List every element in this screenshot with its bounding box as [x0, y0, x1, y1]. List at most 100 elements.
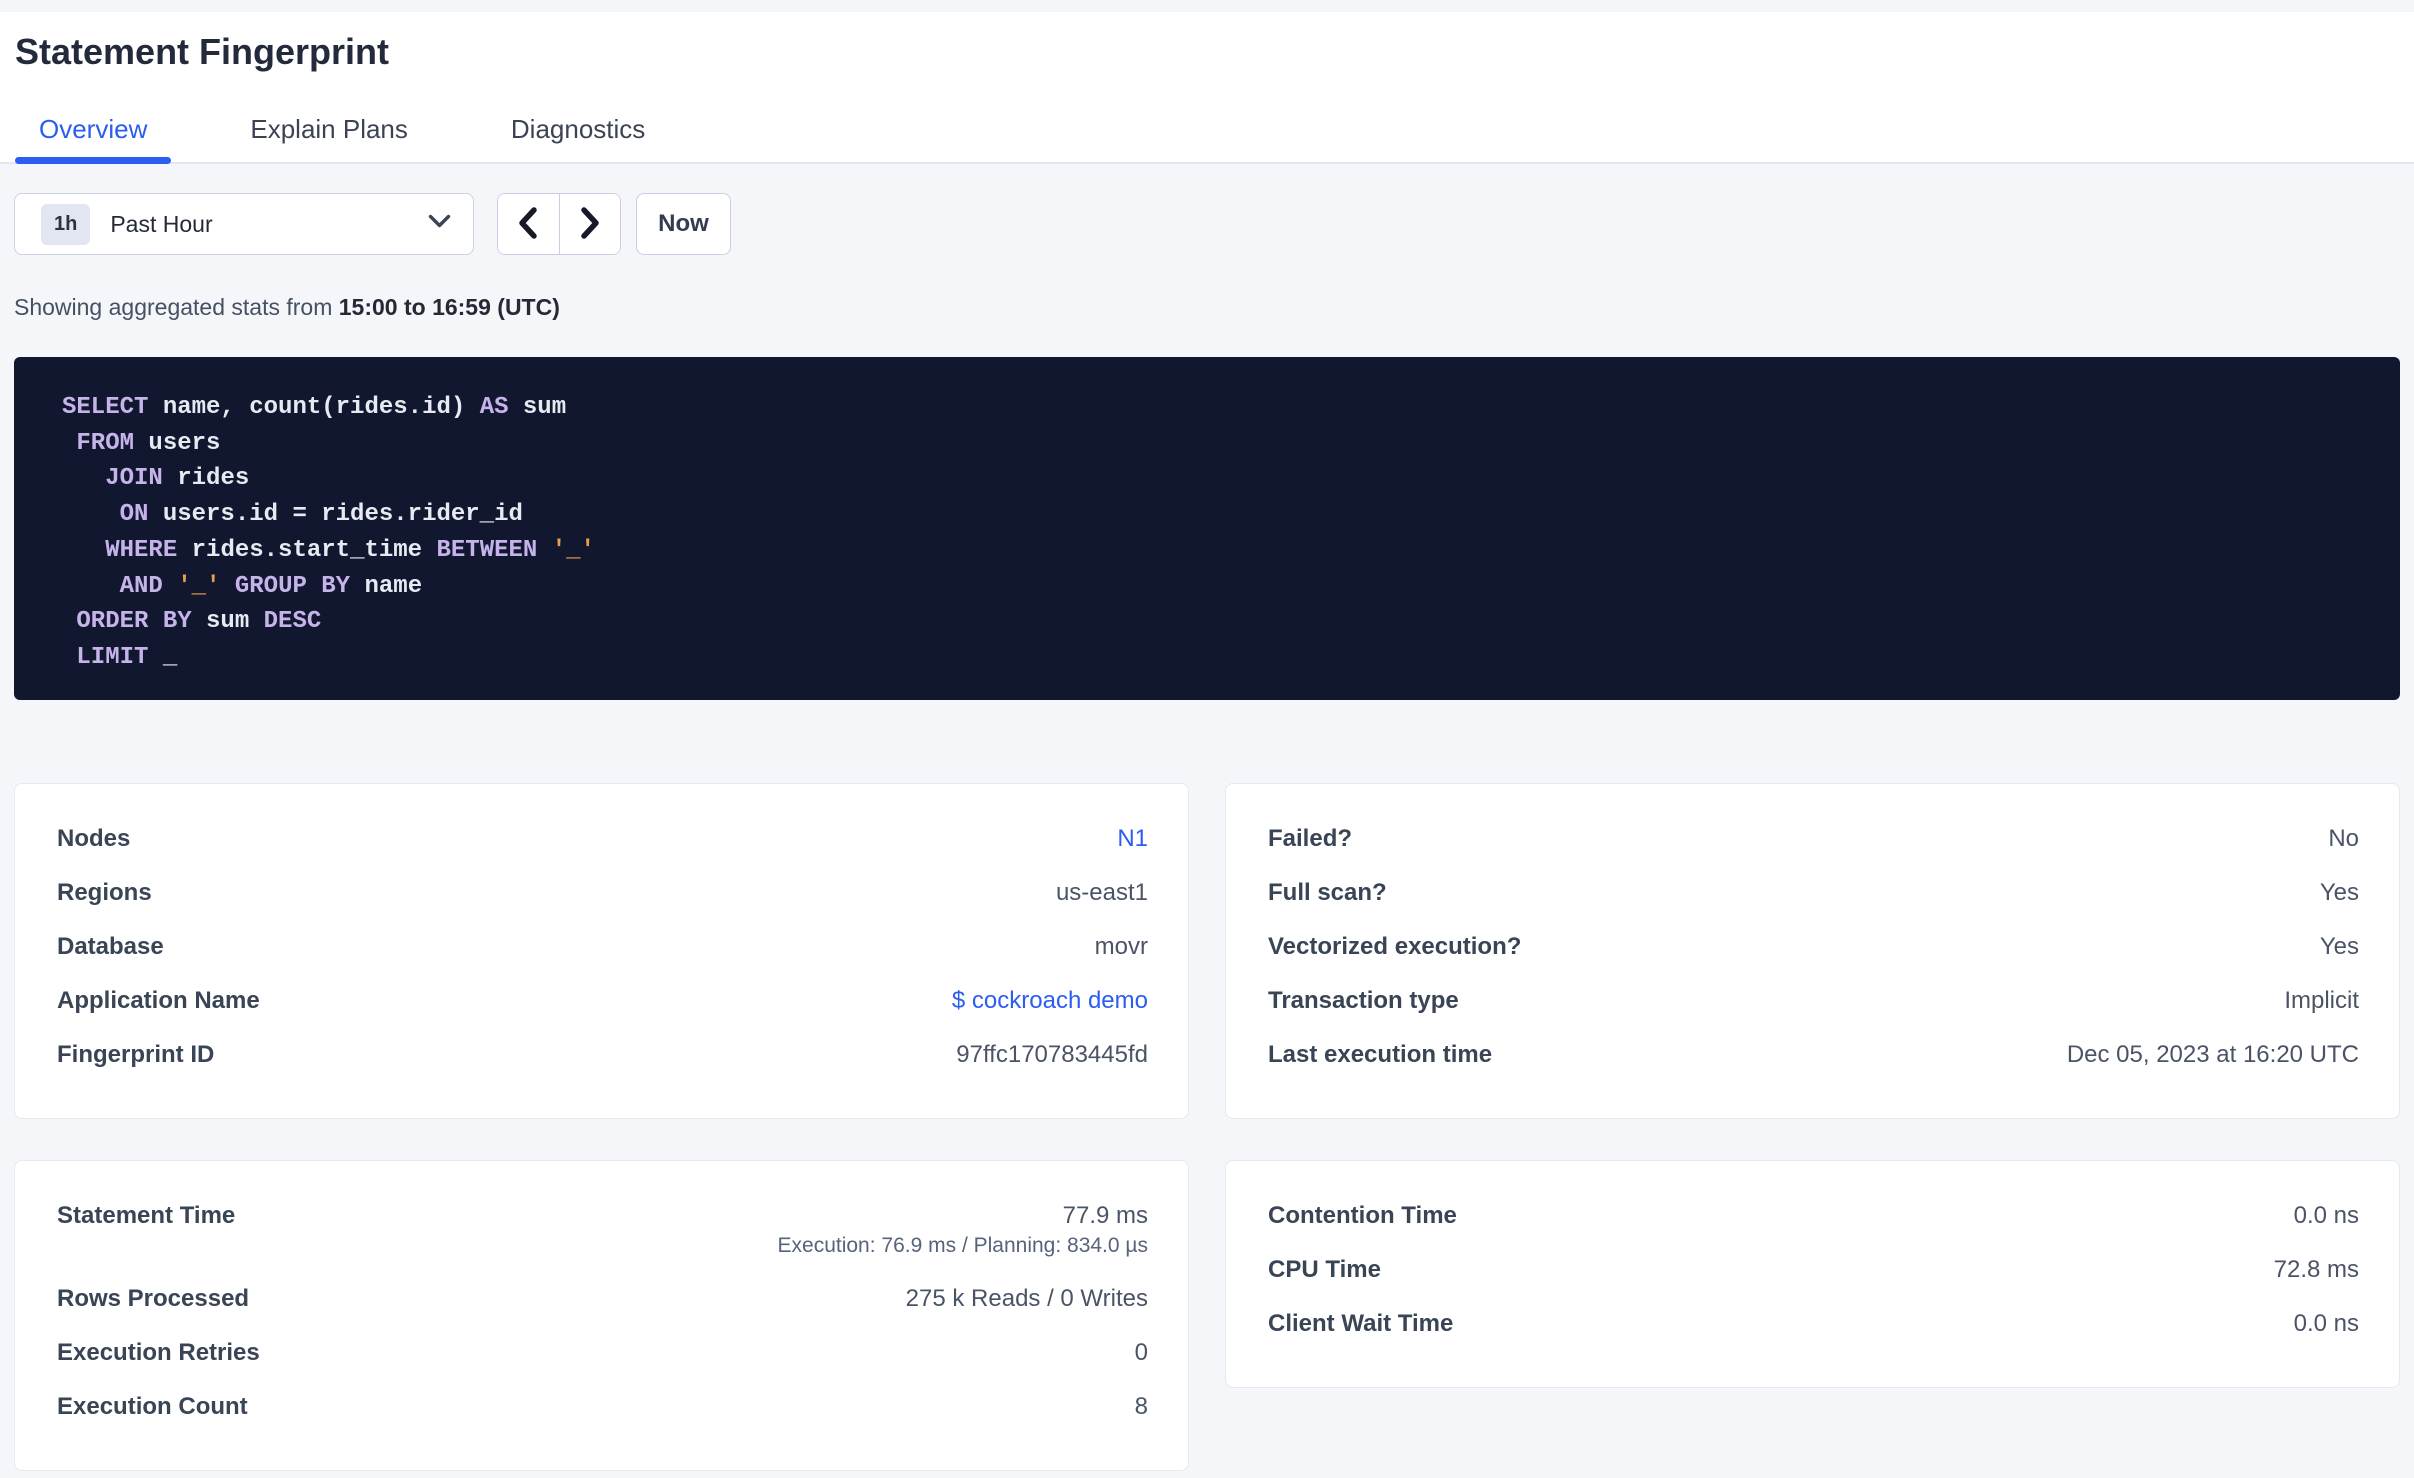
- row-value: 0.0 ns: [2293, 1310, 2359, 1337]
- summary-row: Last execution time Dec 05, 2023 at 16:20…: [1268, 1040, 2359, 1070]
- row-value-wrap: 0.0 ns: [2294, 1201, 2359, 1231]
- sql-line: AND '_' GROUP BY name: [62, 569, 2370, 605]
- row-label: Fingerprint ID: [57, 1041, 215, 1068]
- interval-badge: 1h: [41, 203, 91, 245]
- sql-token-str: '_': [177, 572, 221, 600]
- sql-line: FROM users: [62, 426, 2370, 462]
- row-label: Full scan?: [1268, 879, 1387, 906]
- prev-time-button[interactable]: [498, 194, 559, 254]
- sql-token-id: [537, 537, 551, 564]
- row-label: Failed?: [1268, 825, 1353, 852]
- row-value-wrap: us-east1: [1056, 878, 1148, 908]
- sql-token-id: [62, 608, 76, 635]
- tab-overview[interactable]: Overview: [15, 114, 172, 164]
- row-value: us-east1: [1055, 879, 1148, 906]
- sql-token-kw: ORDER BY: [76, 608, 192, 636]
- sql-token-kw: GROUP BY: [234, 572, 351, 600]
- tab-bar: Overview Explain Plans Diagnostics: [0, 114, 2414, 164]
- sql-token-id: rides.start_time: [177, 536, 437, 564]
- sql-line: JOIN rides: [62, 461, 2370, 497]
- page-content: 1h Past Hour Now Showing aggregated stat…: [0, 193, 2414, 1471]
- row-value-wrap: Yes: [2320, 878, 2359, 908]
- row-label: Regions: [57, 879, 152, 906]
- row-label: Nodes: [57, 825, 131, 852]
- statement-details-panel: Nodes N1 Regions us-east1 Database movr Applic…: [14, 783, 1189, 1119]
- sql-token-kw: AS: [479, 394, 509, 421]
- sql-token-id: [62, 573, 120, 600]
- row-value: No: [2328, 825, 2359, 852]
- row-value-wrap: 0: [1135, 1338, 1148, 1368]
- chevron-left-icon: [517, 206, 539, 243]
- row-subvalue: Execution: 76.9 ms / Planning: 834.0 µs: [777, 1234, 1148, 1257]
- sql-statement-box: SELECT name, count(rides.id) AS sum FROM…: [14, 357, 2400, 700]
- row-value: 97ffc170783445fd: [956, 1041, 1148, 1068]
- tab-diagnostics-label: Diagnostics: [510, 114, 646, 144]
- sql-token-id: users.id = rides.rider_id: [148, 501, 523, 529]
- row-value-wrap: 0.0 ns: [2294, 1309, 2359, 1339]
- row-value-wrap: 72.8 ms: [2274, 1255, 2359, 1285]
- summary-row: Vectorized execution? Yes: [1268, 932, 2359, 962]
- row-label: Contention Time: [1268, 1202, 1457, 1229]
- summary-row: CPU Time 72.8 ms: [1268, 1255, 2359, 1285]
- next-time-button[interactable]: [558, 194, 620, 254]
- row-value-wrap: Yes: [2320, 932, 2359, 962]
- row-value-link[interactable]: N1: [1117, 824, 1148, 854]
- tab-diagnostics[interactable]: Diagnostics: [487, 114, 669, 162]
- row-label: Client Wait Time: [1268, 1310, 1454, 1337]
- sql-token-id: [62, 537, 105, 564]
- summary-row: Statement Time 77.9 ms Execution: 76.9 ms …: [57, 1201, 1148, 1260]
- summary-row: Execution Retries 0: [57, 1338, 1148, 1368]
- sql-token-id: rides: [162, 465, 250, 493]
- sql-token-str: '_': [551, 536, 595, 564]
- active-tab-underline: [15, 157, 172, 164]
- sql-token-kw: FROM: [76, 429, 135, 457]
- time-nav-group: [497, 193, 621, 255]
- execution-attributes-panel: Failed? No Full scan? Yes Vectorized executi…: [1225, 783, 2400, 1119]
- summary-row: Application Name $ cockroach demo: [57, 986, 1148, 1016]
- row-label: Statement Time: [57, 1202, 236, 1229]
- chevron-down-icon: [428, 214, 451, 234]
- sql-line: WHERE rides.start_time BETWEEN '_': [62, 533, 2370, 569]
- row-label: Vectorized execution?: [1268, 933, 1522, 960]
- row-value: Yes: [2319, 933, 2359, 960]
- row-value-wrap: Implicit: [2284, 986, 2359, 1016]
- sql-line: SELECT name, count(rides.id) AS sum: [62, 390, 2370, 426]
- overview-panels: Nodes N1 Regions us-east1 Database movr Applic…: [14, 783, 2400, 1119]
- sql-token-kw: DESC: [263, 608, 322, 636]
- tab-explain-plans-label: Explain Plans: [250, 114, 408, 144]
- wait-timing-panel: Contention Time 0.0 ns CPU Time 72.8 ms Clie…: [1225, 1160, 2400, 1388]
- now-button[interactable]: Now: [636, 193, 731, 255]
- sql-token-id: [163, 573, 177, 600]
- stats-line-range: 15:00 to 16:59 (UTC): [338, 294, 560, 320]
- sql-token-id: name, count(rides.id): [148, 394, 480, 421]
- row-value-wrap: 77.9 ms Execution: 76.9 ms / Planning: 83…: [778, 1201, 1148, 1260]
- sql-line: ORDER BY sum DESC: [62, 604, 2370, 640]
- statement-timing-panel: Statement Time 77.9 ms Execution: 76.9 ms …: [14, 1160, 1189, 1471]
- summary-row: Client Wait Time 0.0 ns: [1268, 1309, 2359, 1339]
- summary-row: Transaction type Implicit: [1268, 986, 2359, 1016]
- time-range-dropdown[interactable]: 1h Past Hour: [14, 193, 474, 255]
- sql-token-kw: AND: [119, 572, 163, 600]
- row-label: Rows Processed: [57, 1285, 250, 1312]
- row-label: Execution Retries: [57, 1339, 260, 1366]
- summary-row: Nodes N1: [57, 824, 1148, 854]
- tab-explain-plans[interactable]: Explain Plans: [226, 114, 432, 162]
- sql-token-kw: SELECT: [62, 394, 149, 421]
- row-value-wrap: Dec 05, 2023 at 16:20 UTC: [2067, 1040, 2359, 1070]
- summary-row: Rows Processed 275 k Reads / 0 Writes: [57, 1284, 1148, 1314]
- row-value: 72.8 ms: [2273, 1256, 2359, 1283]
- sql-line: ON users.id = rides.rider_id: [62, 497, 2370, 533]
- row-value-wrap: 8: [1135, 1392, 1148, 1422]
- page-header: Statement Fingerprint Overview Explain P…: [0, 12, 2414, 164]
- row-value-wrap: No: [2328, 824, 2359, 854]
- aggregated-stats-line: Showing aggregated stats from 15:00 to 1…: [14, 293, 2400, 321]
- row-value: Implicit: [2284, 987, 2359, 1014]
- row-value: 0.0 ns: [2293, 1202, 2359, 1229]
- row-value-wrap: N1: [1117, 824, 1148, 854]
- sql-token-kw: LIMIT: [76, 643, 149, 671]
- sql-token-id: name: [350, 572, 423, 600]
- summary-row: Database movr: [57, 932, 1148, 962]
- row-label: Transaction type: [1268, 987, 1459, 1014]
- time-range-label: Past Hour: [110, 210, 213, 237]
- row-value-link[interactable]: $ cockroach demo: [952, 986, 1148, 1016]
